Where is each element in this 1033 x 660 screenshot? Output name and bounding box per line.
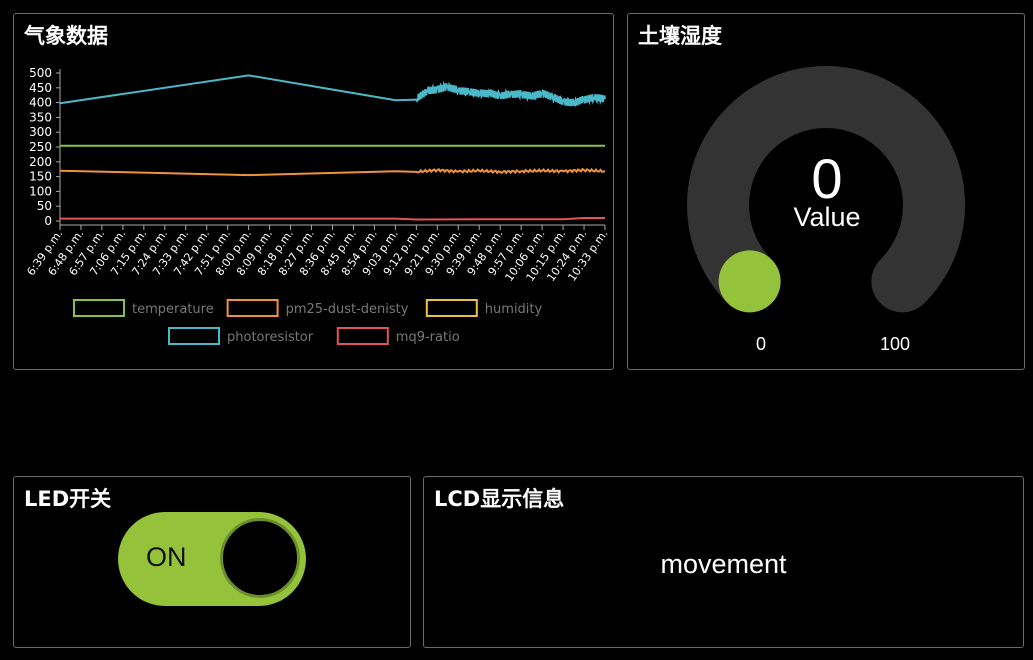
lcd-message: movement: [660, 549, 787, 579]
legend-label-mq9-ratio: mq9-ratio: [396, 330, 460, 345]
y-tick-label: 150: [29, 170, 52, 184]
weather-panel: 气象数据 0 50 100 150 200 250 300 350 400 450 500 6:39 …: [13, 13, 614, 370]
y-tick-label: 350: [29, 110, 52, 124]
y-tick-label: 200: [29, 155, 52, 169]
series-line-pm25-dust-denisty: [59, 167, 606, 177]
led-panel-title: LED开关: [24, 487, 112, 511]
y-tick-label: 300: [29, 125, 52, 139]
gauge-value-label: Value: [793, 202, 861, 232]
y-tick-label: 250: [29, 140, 52, 154]
y-tick-label: 500: [29, 66, 52, 80]
series-line-mq9-ratio: [60, 217, 605, 221]
legend-swatch-mq9-ratio: [336, 327, 389, 345]
soil-moisture-panel: 土壤湿度 0 Value 0 100: [627, 13, 1025, 370]
led-toggle-switch[interactable]: ON: [118, 512, 306, 606]
lcd-panel: LCD显示信息 movement: [423, 476, 1024, 648]
legend-swatch-humidity: [425, 299, 478, 317]
legend-label-humidity: humidity: [485, 302, 543, 317]
series-line-photoresistor: [59, 74, 606, 107]
gauge-min-label: 0: [756, 334, 767, 354]
gauge-indicator: [718, 250, 781, 313]
y-tick-label: 0: [44, 214, 52, 228]
led-panel: LED开关 ON: [13, 476, 411, 648]
legend-label-pm25-dust-denisty: pm25-dust-denisty: [286, 302, 409, 317]
y-tick-label: 50: [37, 199, 52, 213]
legend-swatch-temperature: [73, 299, 125, 317]
legend-swatch-pm25-dust-denisty: [226, 299, 279, 317]
toggle-knob: [220, 518, 300, 598]
y-tick-label: 450: [29, 81, 52, 95]
lcd-panel-title: LCD显示信息: [434, 487, 565, 511]
toggle-state-label: ON: [146, 542, 187, 572]
weather-chart: 0501001502002503003504004505006:39 p.m.6…: [24, 66, 610, 345]
y-tick-label: 100: [29, 184, 52, 198]
legend-swatch-photoresistor: [168, 327, 220, 345]
legend-label-temperature: temperature: [132, 302, 214, 317]
gauge-max-label: 100: [880, 334, 911, 354]
legend-label-photoresistor: photoresistor: [227, 330, 314, 345]
y-tick-label: 400: [29, 96, 52, 110]
